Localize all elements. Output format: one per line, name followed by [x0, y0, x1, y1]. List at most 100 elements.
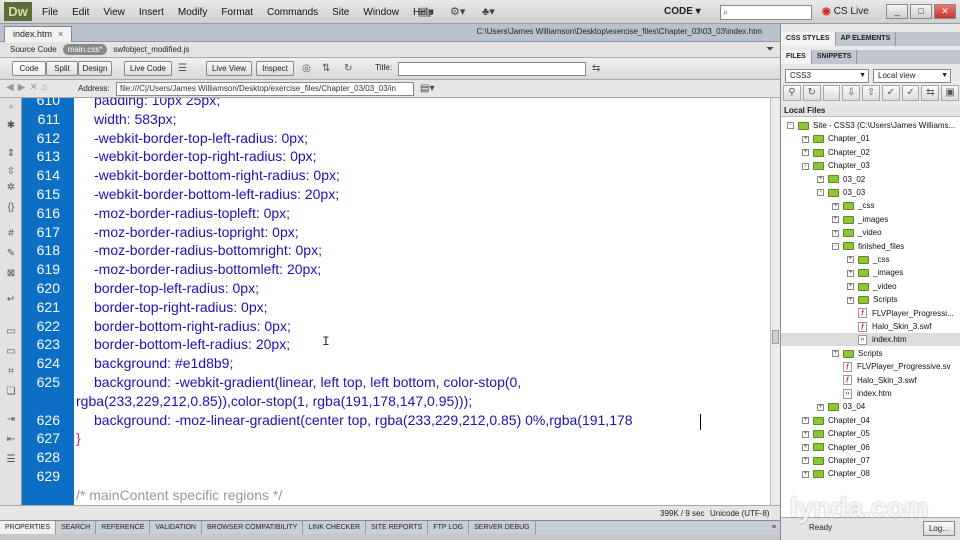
- line-number[interactable]: 620: [22, 280, 60, 296]
- help-search-input[interactable]: ⌕: [720, 5, 812, 20]
- collapse-icon[interactable]: -: [817, 189, 824, 197]
- preview-browser-icon[interactable]: ◎: [302, 63, 311, 74]
- browser-nav-icons[interactable]: ◀▶✕⌂: [6, 82, 52, 93]
- tab-validation[interactable]: VALIDATION: [150, 521, 202, 534]
- line-number[interactable]: 625: [22, 374, 60, 390]
- expand-icon[interactable]: +: [847, 296, 854, 304]
- inspect-button[interactable]: Inspect: [256, 61, 294, 76]
- file-tree-item[interactable]: + _video: [781, 226, 960, 239]
- line-number[interactable]: 629: [22, 468, 60, 484]
- sync-icon[interactable]: ⇆: [921, 85, 940, 101]
- line-number[interactable]: 622: [22, 318, 60, 334]
- line-number[interactable]: 614: [22, 167, 60, 183]
- tab-css-styles[interactable]: CSS STYLES: [781, 32, 836, 46]
- check-out-icon[interactable]: ✓: [881, 85, 900, 101]
- expand-panel-icon[interactable]: ▣: [941, 85, 960, 101]
- gear-icon[interactable]: ⚙▾: [450, 5, 465, 19]
- title-input[interactable]: [398, 62, 586, 76]
- tab-index-htm[interactable]: index.htm ×: [4, 26, 73, 42]
- word-wrap-icon[interactable]: ↵: [5, 294, 17, 305]
- tab-site-reports[interactable]: SITE REPORTS: [366, 521, 429, 534]
- tab-properties[interactable]: PROPERTIES: [0, 521, 56, 534]
- check-in-icon[interactable]: ✓: [901, 85, 920, 101]
- close-tab-icon[interactable]: ×: [58, 29, 63, 39]
- line-number[interactable]: 619: [22, 261, 60, 277]
- expand-icon[interactable]: +: [847, 283, 854, 291]
- line-number[interactable]: 618: [22, 242, 60, 258]
- syntax-error-icon[interactable]: ⊠: [5, 268, 17, 279]
- tab-ap-elements[interactable]: AP ELEMENTS: [836, 32, 897, 46]
- line-number[interactable]: 611: [22, 111, 60, 127]
- menu-view[interactable]: View: [103, 7, 125, 18]
- open-documents-icon[interactable]: ▫: [5, 102, 17, 113]
- expand-icon[interactable]: +: [832, 202, 839, 210]
- code-editor[interactable]: padding: 10px 25px; width: 583px; -webkit-…: [74, 98, 770, 520]
- tab-ftp-log[interactable]: FTP LOG: [428, 521, 470, 534]
- apply-comment-icon[interactable]: ▭: [5, 326, 17, 337]
- line-number[interactable]: 615: [22, 186, 60, 202]
- format-source-icon[interactable]: ☰: [5, 454, 17, 465]
- file-tree-item[interactable]: +03_02: [781, 173, 960, 186]
- expand-icon[interactable]: +: [847, 256, 854, 264]
- line-numbers-icon[interactable]: #: [5, 228, 17, 239]
- expand-icon[interactable]: +: [832, 350, 839, 358]
- expand-icon[interactable]: +: [802, 417, 809, 425]
- file-tree-item[interactable]: + Scripts: [781, 347, 960, 360]
- menu-file[interactable]: File: [42, 7, 58, 18]
- file-tree-item[interactable]: - finished_files: [781, 240, 960, 253]
- line-number[interactable]: 617: [22, 224, 60, 240]
- design-view-button[interactable]: Design: [78, 61, 112, 76]
- file-tree-item[interactable]: ƒ Halo_Skin_3.swf: [781, 374, 960, 387]
- address-options-icon[interactable]: ▤▾: [420, 83, 434, 94]
- file-tree-item[interactable]: + Chapter_01: [781, 132, 960, 145]
- scrollbar-thumb[interactable]: [772, 330, 779, 344]
- line-number[interactable]: 616: [22, 205, 60, 221]
- expand-all-icon[interactable]: ⇳: [5, 166, 17, 177]
- tab-link-checker[interactable]: LINK CHECKER: [303, 521, 367, 534]
- minimize-button[interactable]: _: [886, 4, 908, 19]
- file-tree-item[interactable]: + _images: [781, 213, 960, 226]
- file-tree-item[interactable]: ƒ Halo_Skin_3.swf: [781, 320, 960, 333]
- put-files-icon[interactable]: ⇧: [862, 85, 880, 101]
- file-tree-item[interactable]: - 03_03: [781, 186, 960, 199]
- expand-icon[interactable]: +: [832, 216, 839, 224]
- menu-window[interactable]: Window: [363, 7, 399, 18]
- tab-snippets[interactable]: SNIPPETS: [812, 50, 858, 64]
- inspect-options-icon[interactable]: ☰: [178, 63, 187, 74]
- file-tree-item[interactable]: + Chapter_05: [781, 427, 960, 440]
- file-tree-item[interactable]: + _css: [781, 199, 960, 212]
- menu-site[interactable]: Site: [332, 7, 349, 18]
- file-tree-item[interactable]: ‹› index.htm: [781, 387, 960, 400]
- file-tree-item[interactable]: ƒ FLVPlayer_Progressive.sv: [781, 360, 960, 373]
- file-tree-item[interactable]: + Chapter_06: [781, 441, 960, 454]
- file-tree-item[interactable]: ƒ FLVPlayer_Progressi...: [781, 307, 960, 320]
- select-parent-icon[interactable]: ✲: [5, 182, 17, 193]
- line-number[interactable]: 628: [22, 449, 60, 465]
- cs-live-button[interactable]: ◉ CS Live: [822, 4, 869, 20]
- workspace-switcher[interactable]: CODE ▾: [664, 4, 701, 20]
- line-number[interactable]: 624: [22, 355, 60, 371]
- related-file-main-css[interactable]: main.css*: [62, 44, 108, 55]
- file-tree-item[interactable]: + _video: [781, 280, 960, 293]
- tab-reference[interactable]: REFERENCE: [96, 521, 151, 534]
- address-input[interactable]: file:///C|/Users/James Williamson/Deskto…: [116, 82, 414, 96]
- outdent-icon[interactable]: ⇤: [5, 434, 17, 445]
- expand-icon[interactable]: +: [802, 430, 809, 438]
- line-number[interactable]: 612: [22, 130, 60, 146]
- check-page-icon[interactable]: ⇆: [592, 63, 600, 74]
- menu-format[interactable]: Format: [221, 7, 253, 18]
- live-code-button[interactable]: Live Code: [124, 61, 172, 76]
- expand-icon[interactable]: +: [802, 443, 809, 451]
- expand-icon[interactable]: +: [832, 229, 839, 237]
- menu-edit[interactable]: Edit: [72, 7, 89, 18]
- refresh-files-icon[interactable]: ↻: [802, 85, 821, 101]
- related-file-swfobject[interactable]: swfobject_modified.js: [113, 45, 189, 54]
- expand-icon[interactable]: +: [817, 403, 824, 411]
- layout-icon[interactable]: ▤▾: [418, 5, 434, 19]
- expand-icon[interactable]: +: [802, 149, 809, 157]
- file-tree-item[interactable]: - Chapter_03: [781, 159, 960, 172]
- collapse-tag-icon[interactable]: ✱: [5, 120, 17, 131]
- related-source-code[interactable]: Source Code: [10, 45, 57, 54]
- file-tree-item[interactable]: + Chapter_02: [781, 146, 960, 159]
- line-number[interactable]: 613: [22, 148, 60, 164]
